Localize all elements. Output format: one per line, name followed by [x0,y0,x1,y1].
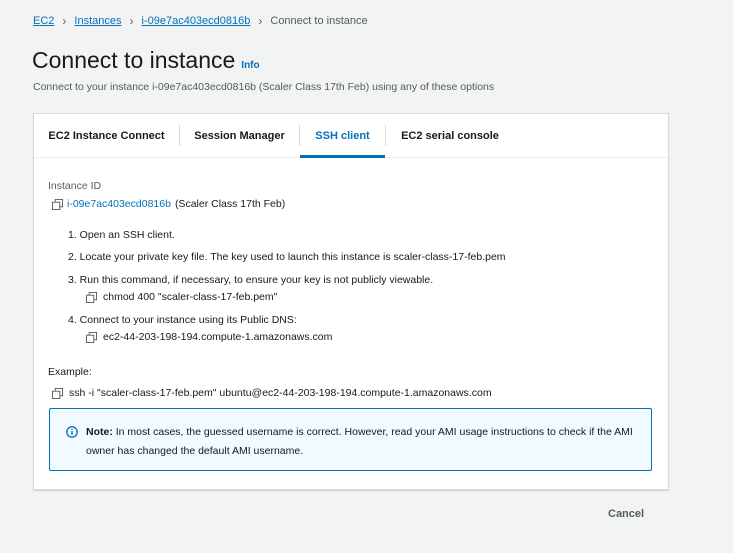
connect-panel: EC2 Instance Connect Session Manager SSH… [33,113,669,490]
tab-session-manager[interactable]: Session Manager [180,114,299,157]
tab-ssh-client[interactable]: SSH client [300,114,385,158]
chevron-right-icon: › [129,14,134,28]
copy-icon[interactable] [86,291,97,303]
example-label: Example: [48,366,92,378]
breadcrumb-instance-id[interactable]: i-09e7ac403ecd0816b [142,15,251,27]
step-4: 4. Connect to your instance using its Pu… [68,314,297,326]
note-alert: Note: In most cases, the guessed usernam… [49,408,652,471]
chmod-command: chmod 400 "scaler-class-17-feb.pem" [103,291,278,303]
instance-name: (Scaler Class 17th Feb) [174,198,286,210]
note-text: Note: In most cases, the guessed usernam… [86,423,636,461]
page-description: Connect to your instance i-09e7ac403ecd0… [33,81,495,93]
step-3: 3. Run this command, if necessary, to en… [68,274,434,286]
instance-id-link[interactable]: i-09e7ac403ecd0816b [67,198,171,210]
chevron-right-icon: › [258,14,263,28]
example-command: ssh -i "scaler-class-17-feb.pem" ubuntu@… [69,387,492,399]
instance-id-row: i-09e7ac403ecd0816b (Scaler Class 17th F… [52,198,285,210]
tab-ec2-instance-connect[interactable]: EC2 Instance Connect [34,114,179,157]
chevron-right-icon: › [62,14,67,28]
info-icon [66,426,78,438]
info-link[interactable]: Info [241,60,259,71]
cancel-button[interactable]: Cancel [608,508,644,520]
page-title-text: Connect to instance [32,47,236,73]
copy-icon[interactable] [52,387,63,399]
tab-bar: EC2 Instance Connect Session Manager SSH… [34,114,668,158]
public-dns-row: ec2-44-203-198-194.compute-1.amazonaws.c… [86,331,332,343]
copy-icon[interactable] [52,198,63,210]
copy-icon[interactable] [86,331,97,343]
breadcrumb: EC2 › Instances › i-09e7ac403ecd0816b › … [33,15,368,27]
breadcrumb-ec2[interactable]: EC2 [33,15,54,27]
step-1: 1. Open an SSH client. [68,229,175,241]
tab-ec2-serial-console[interactable]: EC2 serial console [386,114,514,157]
example-command-row: ssh -i "scaler-class-17-feb.pem" ubuntu@… [52,387,492,399]
chmod-command-row: chmod 400 "scaler-class-17-feb.pem" [86,291,277,303]
note-strong: Note: [86,426,113,438]
page-title: Connect to instance Info [32,47,260,74]
note-body: In most cases, the guessed username is c… [86,426,633,457]
instance-id-label: Instance ID [48,180,102,192]
breadcrumb-instances[interactable]: Instances [74,15,121,27]
public-dns: ec2-44-203-198-194.compute-1.amazonaws.c… [103,331,333,343]
breadcrumb-current: Connect to instance [270,15,368,27]
step-2: 2. Locate your private key file. The key… [68,251,506,263]
